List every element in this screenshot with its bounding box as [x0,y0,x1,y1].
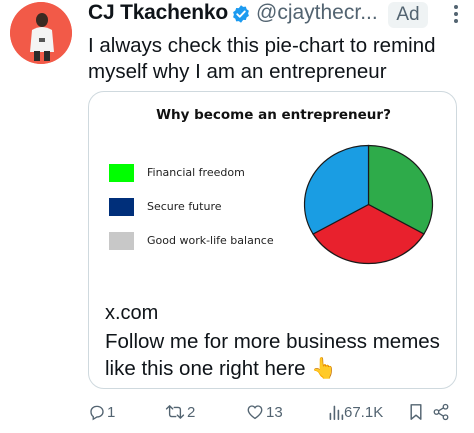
ad-badge: Ad [388,2,428,28]
post-text-line: myself why I am an entrepreneur [88,60,387,83]
link-card[interactable]: Why become an entrepreneur? Financial fr… [88,91,457,389]
reply-icon [90,405,104,421]
card-description: Follow me for more business memes like t… [105,330,440,380]
legend-swatch-work-life-balance [109,232,134,250]
views-button[interactable]: 67.1K [328,400,390,426]
bookmark-button[interactable] [408,400,430,426]
card-image-chart: Why become an entrepreneur? Financial fr… [89,92,456,284]
post-text: I always check this pie-chart to remind … [88,33,468,85]
verified-badge-icon[interactable] [231,4,251,24]
author-handle[interactable]: @cjaythecr... [256,1,466,25]
post-actions: 1 2 13 67.1K [88,400,468,426]
repost-count: 2 [187,404,196,421]
more-options-icon[interactable] [448,2,464,26]
post-header: CJ Tkachenko @cjaythecr... Ad [88,0,468,28]
legend-swatch-financial-freedom [109,164,134,182]
heart-icon [247,405,263,420]
pie-chart [303,144,434,265]
legend-label: Good work-life balance [147,234,274,247]
bookmark-icon [410,404,422,420]
legend-label: Financial freedom [147,166,245,179]
repost-icon [165,405,185,419]
card-domain[interactable]: x.com [105,302,158,325]
views-count: 67.1K [344,404,384,421]
share-button[interactable] [432,400,454,426]
avatar-image [10,2,72,64]
avatar[interactable] [10,2,72,64]
legend-swatch-secure-future [109,198,134,216]
author-name[interactable]: CJ Tkachenko [88,1,228,25]
reply-count: 1 [107,404,116,421]
post-text-line: I always check this pie-chart to remind [88,34,436,57]
legend-label: Secure future [147,200,222,213]
repost-button[interactable]: 2 [165,400,215,426]
views-chart-icon [329,405,344,420]
like-count: 13 [266,404,283,421]
like-button[interactable]: 13 [246,400,296,426]
reply-button[interactable]: 1 [88,400,128,426]
share-icon [433,403,449,421]
chart-title: Why become an entrepreneur? [156,107,391,123]
